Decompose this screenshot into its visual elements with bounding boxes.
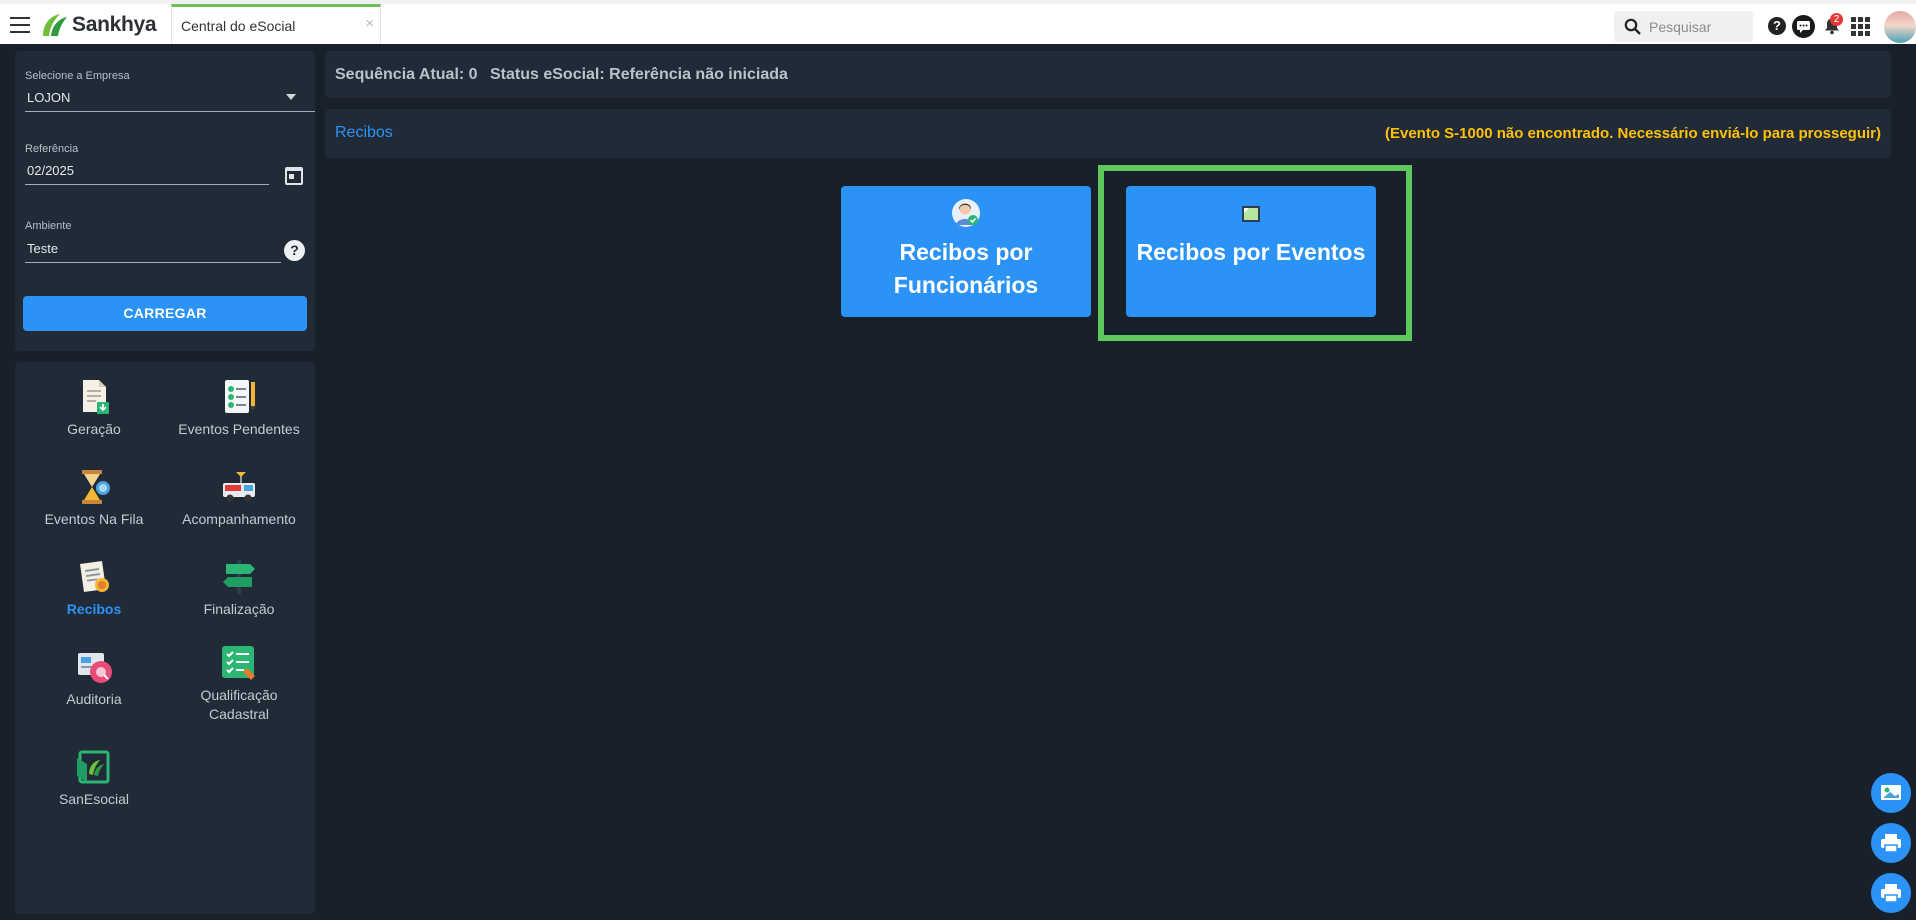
company-select[interactable]: LOJON xyxy=(27,90,70,105)
company-label: Selecione a Empresa xyxy=(25,70,130,82)
environment-label: Ambiente xyxy=(25,220,72,232)
load-button[interactable]: CARREGAR xyxy=(23,296,307,331)
sidebar-item-label: Auditoria xyxy=(66,691,122,707)
search-icon xyxy=(1624,18,1641,35)
sidebar-item-eventos-na-fila[interactable]: Eventos Na Fila xyxy=(24,468,164,529)
esocial-status: Status eSocial: Referência não iniciada xyxy=(490,66,788,83)
sidebar-item-label: Eventos Na Fila xyxy=(44,511,144,527)
warning-message: (Evento S-1000 não encontrado. Necessári… xyxy=(1385,125,1881,142)
sidebar-item-label: Qualificação Cadastral xyxy=(200,687,278,722)
printer-icon xyxy=(1881,834,1901,853)
avatar[interactable] xyxy=(1884,11,1916,43)
sidebar-item-label: Geração xyxy=(67,421,121,437)
search-box[interactable] xyxy=(1614,11,1753,42)
tab-central-esocial[interactable]: Central do eSocial × xyxy=(171,4,381,44)
sidebar-item-label: Recibos xyxy=(66,601,122,617)
sidebar-item-acompanhamento[interactable]: Acompanhamento xyxy=(169,468,309,529)
news-van-icon xyxy=(223,472,255,502)
logo[interactable]: Sankhya xyxy=(40,12,157,38)
sidebar-item-label: Acompanhamento xyxy=(182,511,296,527)
sidebar-menu: Geração Eventos Pendentes Eventos Na Fil… xyxy=(15,362,315,914)
sidebar-item-label: SanEsocial xyxy=(58,791,130,807)
sidebar-item-qualificacao-cadastral[interactable]: Qualificação Cadastral xyxy=(169,644,309,724)
brand-name: Sankhya xyxy=(72,13,157,36)
sidebar-item-geracao[interactable]: Geração xyxy=(24,378,164,439)
sidebar-item-sanesocial[interactable]: SanEsocial xyxy=(24,748,164,809)
card-label-line2: Funcionários xyxy=(893,272,1039,298)
receipt-icon xyxy=(80,561,109,592)
environment-underline xyxy=(25,262,281,263)
close-icon[interactable]: × xyxy=(365,15,374,32)
menu-icon[interactable] xyxy=(10,17,30,33)
sidebar-item-auditoria[interactable]: Auditoria xyxy=(24,648,164,709)
print-fab[interactable] xyxy=(1871,823,1911,863)
status-bar: Sequência Atual: 0 Status eSocial: Refer… xyxy=(325,51,1891,98)
hourglass-icon xyxy=(82,470,110,504)
screenshot-fab[interactable] xyxy=(1871,773,1911,813)
section-header: Recibos (Evento S-1000 não encontrado. N… xyxy=(325,109,1891,158)
card-label-line1: Recibos por xyxy=(899,239,1033,265)
apps-grid-icon[interactable] xyxy=(1851,17,1870,36)
help-icon[interactable]: ? xyxy=(1768,17,1786,35)
printer-icon xyxy=(1881,884,1901,903)
signpost-icon xyxy=(223,560,255,594)
sanesocial-icon xyxy=(77,750,110,784)
chevron-down-icon[interactable] xyxy=(286,94,296,100)
sequence-status: Sequência Atual: 0 xyxy=(335,66,478,83)
sidebar-item-finalizacao[interactable]: Finalização xyxy=(169,558,309,619)
company-underline xyxy=(25,111,315,112)
audit-icon xyxy=(78,653,112,683)
notification-badge: 2 xyxy=(1830,13,1843,26)
employee-avatar-icon xyxy=(952,199,980,227)
reference-label: Referência xyxy=(25,143,79,155)
qualification-icon xyxy=(222,646,255,680)
sidebar-item-label: Finalização xyxy=(203,601,275,617)
top-bar: Sankhya Central do eSocial × ? 2 xyxy=(0,0,1916,44)
chat-bubble-icon xyxy=(1797,21,1810,33)
reference-underline xyxy=(25,184,269,185)
document-download-icon xyxy=(83,380,109,414)
reference-input[interactable]: 02/2025 xyxy=(27,163,74,178)
sidebar-item-label: Eventos Pendentes xyxy=(178,421,300,437)
filter-panel: Selecione a Empresa LOJON Referência 02/… xyxy=(15,51,315,351)
tab-label: Central do eSocial xyxy=(181,18,296,34)
checklist-icon xyxy=(225,380,255,413)
help-circle-icon[interactable]: ? xyxy=(284,240,305,261)
receipts-by-employees-button[interactable]: Recibos por Funcionários xyxy=(841,186,1091,317)
print-fab-secondary[interactable] xyxy=(1871,873,1911,913)
section-title: Recibos xyxy=(335,124,393,141)
highlight-box xyxy=(1098,165,1412,341)
environment-value: Teste xyxy=(27,241,59,256)
search-input[interactable] xyxy=(1649,17,1747,37)
calendar-icon[interactable] xyxy=(285,167,303,185)
sidebar-item-eventos-pendentes[interactable]: Eventos Pendentes xyxy=(169,378,309,439)
sidebar-item-recibos[interactable]: Recibos xyxy=(24,558,164,619)
sankhya-leaf-icon xyxy=(43,14,67,36)
chat-icon[interactable] xyxy=(1792,15,1815,38)
image-icon xyxy=(1881,785,1901,800)
